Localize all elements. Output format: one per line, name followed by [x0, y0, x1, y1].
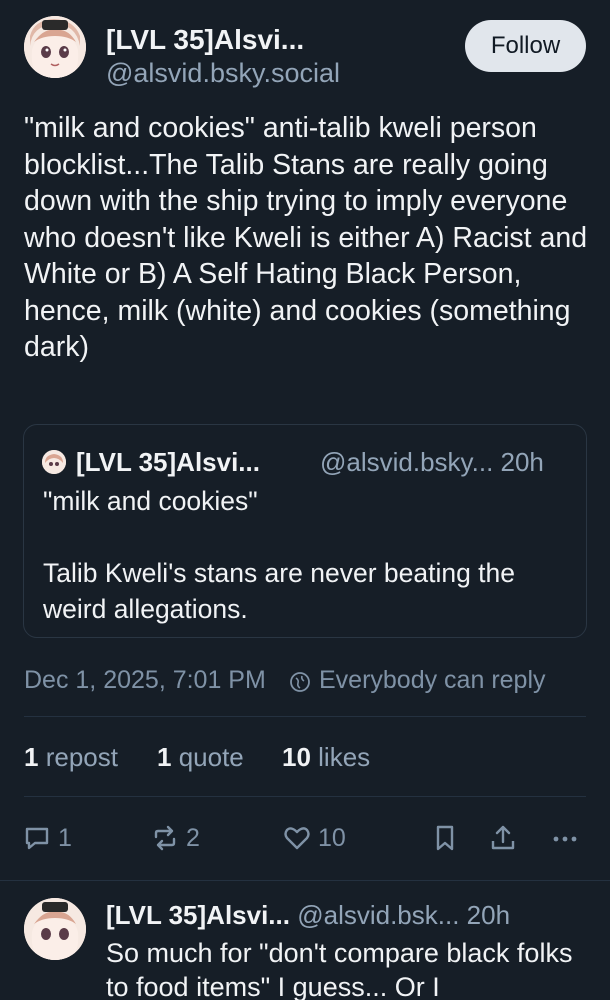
avatar-image — [24, 898, 86, 960]
thread-view: [LVL 35]Alsvi... @alsvid.bsky.social Fol… — [0, 0, 610, 1000]
reposts-stat[interactable]: 1 repost — [24, 742, 118, 773]
like-button[interactable]: 10 — [282, 818, 346, 858]
quoted-post-header: [LVL 35]Alsvi... @alsvid.bsky... 20h — [42, 447, 572, 477]
author-handle[interactable]: @alsvid.bsky.social — [106, 58, 340, 89]
quoted-post[interactable]: [LVL 35]Alsvi... @alsvid.bsky... 20h "mi… — [23, 424, 587, 638]
quoted-author-handle: @alsvid.bsky... 20h — [320, 447, 544, 477]
follow-button[interactable]: Follow — [465, 20, 586, 72]
avatar[interactable] — [24, 898, 86, 960]
quotes-count: 1 — [157, 742, 172, 772]
quoted-avatar — [42, 450, 66, 474]
quotes-stat[interactable]: 1 quote — [157, 742, 244, 773]
more-icon — [553, 836, 577, 842]
post-text: "milk and cookies" anti-talib kweli pers… — [24, 112, 595, 363]
like-count: 10 — [318, 823, 346, 852]
reposts-count: 1 — [24, 742, 39, 772]
like-icon — [284, 827, 310, 850]
post-header: [LVL 35]Alsvi... @alsvid.bsky.social Fol… — [24, 16, 586, 88]
bookmark-icon — [436, 825, 454, 851]
reply-setting[interactable]: Everybody can reply — [319, 666, 546, 695]
reply-post-header: [LVL 35]Alsvi... @alsvid.bsk... 20h — [106, 900, 510, 931]
likes-label: likes — [318, 742, 371, 772]
reply-author-handle[interactable]: @alsvid.bsk... 20h — [297, 900, 510, 930]
quoted-author-name: [LVL 35]Alsvi... — [76, 447, 260, 477]
reply-post-text: So much for "don't compare black folks t… — [106, 938, 573, 1000]
likes-stat[interactable]: 10 likes — [282, 742, 370, 773]
reply-icon — [25, 827, 49, 850]
quoted-post-text: "milk and cookies" Talib Kweli's stans a… — [43, 486, 516, 624]
bookmark-button[interactable] — [430, 818, 460, 858]
globe-icon — [290, 672, 310, 692]
quoted-avatar-image — [42, 450, 66, 474]
repost-count: 2 — [186, 823, 200, 852]
reply-post[interactable]: [LVL 35]Alsvi... @alsvid.bsk... 20h So m… — [24, 896, 586, 1000]
divider — [24, 716, 586, 717]
more-options-button[interactable] — [550, 818, 580, 858]
repost-icon — [154, 825, 176, 851]
avatar[interactable] — [24, 16, 86, 78]
quotes-label: quote — [178, 742, 244, 772]
divider — [24, 796, 586, 797]
avatar-image — [24, 16, 86, 78]
thread-divider — [0, 880, 610, 881]
reply-author-name[interactable]: [LVL 35]Alsvi... — [106, 900, 290, 930]
likes-count: 10 — [282, 742, 311, 772]
post-timestamp: Dec 1, 2025, 7:01 PM — [24, 666, 266, 694]
share-icon — [491, 825, 515, 850]
reply-button[interactable]: 1 — [22, 818, 72, 858]
action-bar: 1 2 10 — [22, 818, 588, 858]
share-button[interactable] — [488, 818, 518, 858]
author-name[interactable]: [LVL 35]Alsvi... — [106, 24, 304, 56]
reply-count: 1 — [58, 823, 72, 852]
reposts-label: repost — [45, 742, 118, 772]
repost-button[interactable]: 2 — [150, 818, 200, 858]
